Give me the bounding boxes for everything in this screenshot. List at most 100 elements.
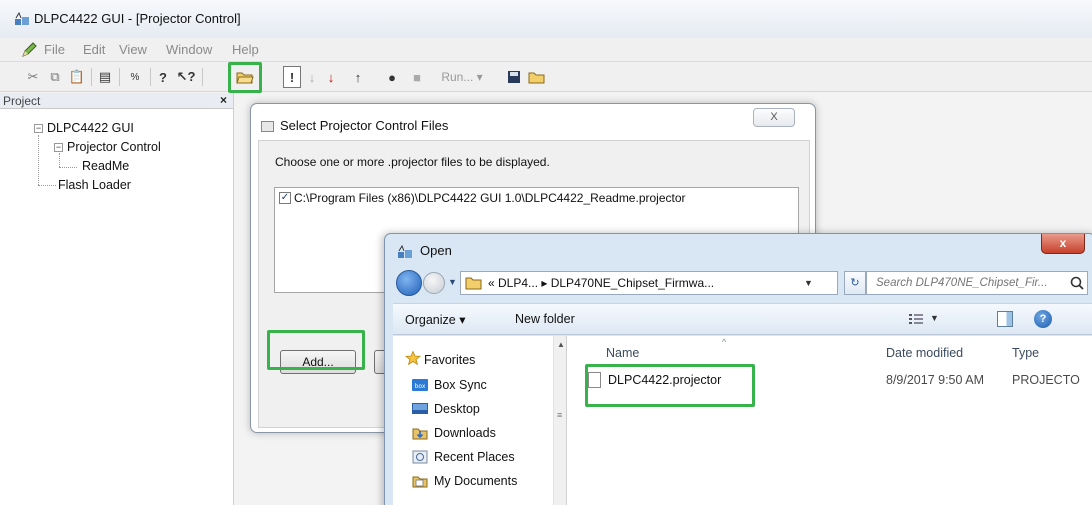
column-type[interactable]: Type — [1012, 346, 1039, 360]
close-button[interactable]: X — [753, 108, 795, 127]
run-label: Run... — [441, 70, 474, 84]
toolbar-separator — [91, 68, 92, 86]
dialog-icon — [261, 121, 274, 132]
nav-box-sync[interactable]: Box Sync — [434, 378, 487, 392]
folder-icon — [465, 277, 482, 290]
toolbar: ✂ ⧉ 📋 ▤ % ? ↖? ! ↓ ↓ ↑ ● ■ Run... ▾ — [0, 62, 1092, 92]
step-down-icon[interactable]: ↓ — [306, 66, 318, 88]
project-tree: − DLPC4422 GUI − Projector Control ReadM… — [0, 109, 234, 505]
properties-icon[interactable]: ▤ — [96, 66, 114, 88]
chevron-down-icon[interactable]: ▼ — [804, 278, 813, 288]
menu-window[interactable]: Window — [166, 42, 212, 57]
paste-icon[interactable]: 📋 — [68, 66, 86, 88]
breadcrumb[interactable]: « DLP4... ▸ DLP470NE_Chipset_Firmwa... — [488, 276, 714, 290]
open-file-icon[interactable] — [527, 66, 547, 88]
pencil-icon — [22, 42, 37, 57]
back-arrow-icon[interactable] — [396, 270, 422, 296]
forward-arrow-icon[interactable] — [423, 272, 445, 294]
search-box[interactable] — [866, 271, 1088, 295]
refresh-icon[interactable]: ↻ — [844, 271, 866, 295]
address-bar[interactable]: « DLP4... ▸ DLP470NE_Chipset_Firmwa... ▼ — [460, 271, 838, 295]
dialog-title: Select Projector Control Files — [280, 118, 449, 133]
preview-pane-icon[interactable] — [997, 311, 1013, 327]
project-panel-title: Project — [3, 94, 41, 108]
hex-decimal-icon[interactable]: % — [124, 66, 146, 88]
app-icon — [398, 245, 412, 258]
about-icon[interactable]: ? — [154, 66, 172, 88]
nav-downloads[interactable]: Downloads — [434, 426, 496, 440]
box-sync-icon: box — [412, 379, 428, 391]
tree-line — [59, 167, 77, 168]
tree-item-projector-control[interactable]: Projector Control — [67, 140, 161, 154]
tree-line — [38, 135, 39, 185]
menu-edit[interactable]: Edit — [83, 42, 105, 57]
svg-text:box: box — [415, 383, 426, 390]
recent-places-icon — [412, 450, 428, 464]
new-folder-button[interactable]: New folder — [515, 312, 575, 326]
toolbar-separator — [150, 68, 151, 86]
search-icon[interactable] — [1069, 275, 1085, 291]
read-icon[interactable]: ↑ — [351, 66, 365, 88]
dialog-instruction: Choose one or more .projector files to b… — [275, 155, 550, 169]
star-icon — [405, 351, 421, 365]
close-icon[interactable]: × — [220, 93, 227, 107]
tree-item-readme[interactable]: ReadMe — [82, 159, 129, 173]
window-title: DLPC4422 GUI - [Projector Control] — [34, 11, 241, 26]
search-input[interactable] — [867, 272, 1067, 294]
file-path[interactable]: C:\Program Files (x86)\DLPC4422 GUI 1.0\… — [294, 191, 686, 205]
nav-favorites[interactable]: Favorites — [424, 353, 475, 367]
column-name[interactable]: Name — [606, 346, 639, 360]
desktop-icon — [412, 403, 428, 414]
tree-item-dlpc4422-gui[interactable]: DLPC4422 GUI — [47, 121, 134, 135]
file-date: 8/9/2017 9:50 AM — [886, 373, 984, 387]
project-panel-header: Project × — [0, 93, 233, 109]
sort-caret-icon: ^ — [722, 337, 727, 347]
file-list-pane: ^ Name Date modified Type DLPC4422.proje… — [568, 336, 1092, 505]
file-checkbox[interactable]: ✓ — [279, 192, 291, 204]
menu-file[interactable]: File — [44, 42, 65, 57]
column-date-modified[interactable]: Date modified — [886, 346, 963, 360]
menu-help[interactable]: Help — [232, 42, 259, 57]
recent-locations-icon[interactable]: ▼ — [448, 277, 457, 287]
collapse-icon[interactable]: − — [54, 143, 63, 152]
tree-item-flash-loader[interactable]: Flash Loader — [58, 178, 131, 192]
downloads-icon — [412, 428, 428, 440]
chevron-down-icon[interactable]: ▼ — [930, 313, 939, 323]
file-type: PROJECTO — [1012, 373, 1080, 387]
highlight-projector-file — [585, 364, 755, 407]
scroll-grip-icon[interactable]: ≡ — [557, 410, 562, 420]
highlight-open-icon — [228, 62, 262, 93]
close-button[interactable]: x — [1041, 234, 1085, 254]
tree-line — [59, 153, 60, 167]
navigation-scrollbar[interactable]: ▲ ≡ — [553, 336, 567, 505]
tree-line — [38, 185, 56, 186]
cut-icon[interactable]: ✂ — [24, 66, 42, 88]
title-bar: DLPC4422 GUI - [Projector Control] — [0, 0, 1092, 38]
app-icon — [15, 12, 29, 25]
help-icon[interactable]: ? — [1034, 310, 1052, 328]
toolbar-separator — [119, 68, 120, 86]
scroll-up-icon[interactable]: ▲ — [557, 340, 565, 349]
copy-icon[interactable]: ⧉ — [46, 66, 64, 88]
navigation-pane: Favorites box Box Sync Desktop Downloads… — [393, 336, 553, 505]
save-icon[interactable] — [505, 66, 523, 88]
nav-desktop[interactable]: Desktop — [434, 402, 480, 416]
highlight-add-button — [267, 330, 365, 370]
menu-view[interactable]: View — [119, 42, 147, 57]
nav-recent-places[interactable]: Recent Places — [434, 450, 515, 464]
command-bar: Organize ▾ New folder ▼ ? — [393, 303, 1092, 335]
menu-bar: File Edit View Window Help — [0, 38, 1092, 62]
nav-my-documents[interactable]: My Documents — [434, 474, 517, 488]
exclamation-icon[interactable]: ! — [283, 66, 301, 88]
context-help-icon[interactable]: ↖? — [176, 66, 196, 88]
record-icon[interactable]: ● — [383, 66, 401, 88]
project-panel: Project × − DLPC4422 GUI − Projector Con… — [0, 93, 234, 505]
write-icon[interactable]: ↓ — [324, 66, 338, 88]
collapse-icon[interactable]: − — [34, 124, 43, 133]
stop-icon[interactable]: ■ — [409, 66, 425, 88]
run-dropdown[interactable]: Run... ▾ — [432, 66, 492, 88]
navigation-row: ▼ « DLP4... ▸ DLP470NE_Chipset_Firmwa...… — [385, 266, 1092, 300]
open-dialog-title: Open — [420, 243, 452, 258]
view-options-icon[interactable] — [908, 312, 924, 326]
organize-menu[interactable]: Organize ▾ — [405, 312, 465, 327]
